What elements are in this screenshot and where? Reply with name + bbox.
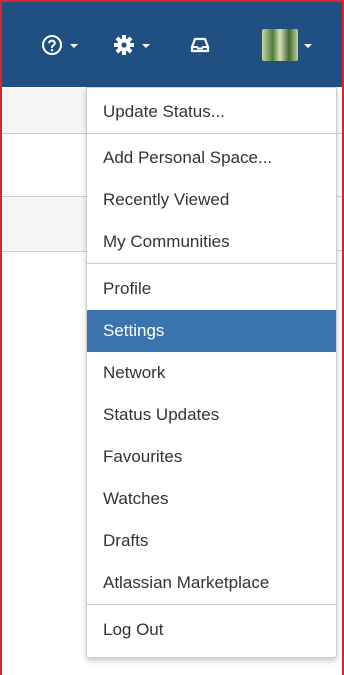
- menu-item-my-communities[interactable]: My Communities: [87, 221, 336, 263]
- menu-group-spaces: Add Personal Space... Recently Viewed My…: [87, 134, 336, 264]
- menu-item-log-out[interactable]: Log Out: [87, 609, 336, 653]
- page-background-panel: [2, 87, 92, 134]
- avatar: [262, 29, 298, 61]
- menu-item-settings[interactable]: Settings: [87, 310, 336, 352]
- menu-item-drafts[interactable]: Drafts: [87, 520, 336, 562]
- menu-item-network[interactable]: Network: [87, 352, 336, 394]
- user-menu-button[interactable]: [262, 29, 312, 61]
- menu-item-add-personal-space[interactable]: Add Personal Space...: [87, 137, 336, 179]
- menu-item-atlassian-marketplace[interactable]: Atlassian Marketplace: [87, 562, 336, 604]
- menu-item-recently-viewed[interactable]: Recently Viewed: [87, 179, 336, 221]
- menu-item-favourites[interactable]: Favourites: [87, 436, 336, 478]
- help-menu-button[interactable]: [40, 30, 78, 60]
- user-dropdown-menu: Update Status... Add Personal Space... R…: [86, 87, 337, 658]
- menu-item-watches[interactable]: Watches: [87, 478, 336, 520]
- inbox-icon: [190, 37, 210, 53]
- menu-item-status-updates[interactable]: Status Updates: [87, 394, 336, 436]
- menu-item-profile[interactable]: Profile: [87, 268, 336, 310]
- page-background-panel: [2, 196, 92, 252]
- menu-group-logout: Log Out: [87, 605, 336, 653]
- settings-menu-button[interactable]: [112, 30, 150, 60]
- chevron-down-icon: [304, 44, 312, 48]
- help-icon: [42, 35, 62, 55]
- menu-group-status: Update Status...: [87, 88, 336, 134]
- gear-icon: [114, 35, 134, 55]
- top-navigation-bar: [2, 2, 342, 87]
- chevron-down-icon: [70, 44, 78, 48]
- window-border-top: [0, 0, 344, 2]
- chevron-down-icon: [142, 44, 150, 48]
- menu-group-profile: Profile Settings Network Status Updates …: [87, 264, 336, 605]
- menu-item-update-status[interactable]: Update Status...: [87, 88, 336, 133]
- notifications-button[interactable]: [189, 30, 211, 60]
